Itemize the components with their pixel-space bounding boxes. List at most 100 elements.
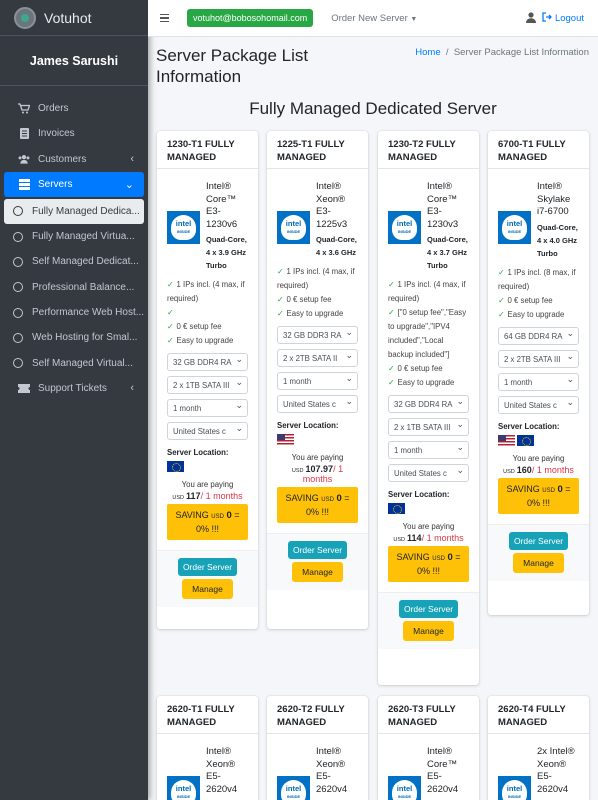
order-new-label: Order New Server — [331, 12, 408, 24]
manage-button[interactable]: Manage — [182, 579, 233, 599]
location-select[interactable]: United States c — [277, 395, 358, 413]
order-server-button[interactable]: Order Server — [287, 541, 348, 559]
sidebar-subitem-web-hosting-small[interactable]: Web Hosting for Smal... — [4, 325, 144, 350]
sidebar-subitem-self-managed-dedicated[interactable]: Self Managed Dedicat... — [4, 249, 144, 274]
sidebar-item-customers[interactable]: Customers ‹ — [4, 147, 144, 172]
brand[interactable]: Votuhot — [0, 0, 148, 36]
package-card: 6700-T1 FULLY MANAGED intel INSIDE Intel®… — [488, 131, 589, 615]
saving-box: SAVING USD 0 = 0% !!! — [388, 546, 469, 582]
sidebar-item-label: Self Managed Dedicat... — [32, 256, 139, 268]
circle-icon — [12, 256, 24, 268]
saving-box: SAVING USD 0 = 0% !!! — [167, 504, 248, 540]
package-card: 2620-T2 FULLY MANAGED intel INSIDE Intel®… — [267, 696, 368, 800]
sidebar-item-label: Web Hosting for Smal... — [32, 332, 138, 344]
paying-label: You are paying — [402, 522, 455, 531]
sidebar-item-label: Fully Managed Virtua... — [32, 231, 135, 243]
ram-select[interactable]: 32 GB DDR4 RA — [388, 395, 469, 413]
sidebar-item-label: Servers — [38, 178, 73, 190]
check-icon: ✓ — [167, 336, 174, 345]
manage-button[interactable]: Manage — [292, 562, 343, 582]
chevron-left-icon: ‹ — [130, 381, 134, 394]
intel-inside-logo: intel INSIDE — [277, 776, 310, 800]
server-location-label: Server Location: — [277, 421, 339, 430]
feature-list: ✓ 1 IPs incl. (4 max, if required) ✓ ["0 s… — [388, 278, 469, 390]
sidebar-item-support-tickets[interactable]: Support Tickets ‹ — [4, 376, 144, 401]
sidebar-subitem-fully-managed-dedicated[interactable]: Fully Managed Dedica... — [4, 198, 144, 224]
price: USD 160/ 1 months — [498, 465, 579, 475]
sidebar-item-servers[interactable]: Servers ⌄ — [4, 171, 144, 197]
storage-select[interactable]: 2 x 2TB SATA II — [277, 349, 358, 367]
cart-icon — [18, 103, 30, 115]
sidebar-subitem-fully-managed-virtual[interactable]: Fully Managed Virtua... — [4, 224, 144, 249]
package-title: 1230-T1 FULLY MANAGED — [157, 131, 258, 169]
feature-item: ✓ 1 IPs incl. (4 max, if required) — [277, 267, 355, 290]
feature-list: ✓ 1 IPs incl. (4 max, if required) ✓ 0 € s… — [277, 265, 358, 321]
ram-select[interactable]: 32 GB DDR3 RA — [277, 326, 358, 344]
saving-box: SAVING USD 0 = 0% !!! — [277, 487, 358, 523]
circle-icon — [12, 357, 24, 369]
period-select[interactable]: 1 month — [388, 441, 469, 459]
cpu-model: Intel® Xeon® E3-1225v3 — [316, 181, 348, 230]
sidebar-item-invoices[interactable]: Invoices — [4, 121, 144, 146]
location-select[interactable]: United States c — [388, 464, 469, 482]
sidebar-item-label: Invoices — [38, 128, 75, 140]
cpu-info: intel INSIDE Intel® Xeon® E3-1225v3 Quad-C… — [277, 181, 358, 259]
cpu-spec: Quad-Core, 4 x 3.6 GHz — [316, 235, 357, 257]
ram-select[interactable]: 32 GB DDR4 RA — [167, 353, 248, 371]
currency-label: USD — [393, 537, 406, 543]
manage-button[interactable]: Manage — [403, 621, 454, 641]
intel-inside-logo: intel INSIDE — [498, 211, 531, 244]
ticket-icon — [18, 382, 30, 394]
price-period: / 1 months — [531, 464, 574, 475]
period-select[interactable]: 1 month — [167, 399, 248, 417]
user-icon[interactable] — [526, 12, 536, 26]
location-select[interactable]: United States c — [167, 422, 248, 440]
sidebar-item-label: Customers — [38, 153, 87, 165]
email-badge[interactable]: votuhot@bobosohomail.com — [187, 9, 314, 27]
logout-label: Logout — [554, 13, 584, 24]
cpu-info: intel INSIDE Intel® Core™ E5-2620v4 — [388, 746, 469, 800]
check-icon: ✓ — [277, 267, 284, 276]
price-amount: 114 — [407, 533, 422, 543]
cpu-model: Intel® Xeon® E5-2620v4 — [316, 746, 348, 795]
order-server-button[interactable]: Order Server — [398, 600, 459, 618]
caret-down-icon: ▼ — [410, 15, 418, 23]
package-card: 2620-T4 FULLY MANAGED intel INSIDE 2x Int… — [488, 696, 589, 800]
ram-select[interactable]: 64 GB DDR4 RA — [498, 326, 579, 345]
menu-toggle-icon[interactable] — [160, 13, 169, 23]
feature-item: ✓ ["0 setup fee","Easy to upgrade","IPV4 … — [388, 308, 467, 359]
sidebar-item-orders[interactable]: Orders — [4, 96, 144, 121]
order-server-button[interactable]: Order Server — [508, 531, 569, 550]
price-period: / 1 months — [200, 491, 243, 501]
user-panel[interactable]: James Sarushi — [0, 36, 148, 86]
storage-select[interactable]: 2 x 2TB SATA III — [498, 349, 579, 368]
logout-link[interactable]: Logout — [542, 12, 584, 25]
order-server-button[interactable]: Order Server — [177, 558, 238, 576]
sidebar-subitem-professional-balanced[interactable]: Professional Balance... — [4, 275, 144, 300]
cpu-info: intel INSIDE Intel® Core™ E3-1230v6 Quad-C… — [167, 181, 248, 272]
feature-item: ✓ 0 € setup fee — [388, 364, 443, 373]
sidebar-subitem-self-managed-virtual[interactable]: Self Managed Virtual... — [4, 351, 144, 376]
user-name: James Sarushi — [29, 53, 119, 68]
storage-select[interactable]: 2 x 1TB SATA III — [167, 376, 248, 394]
feature-item: ✓ — [167, 306, 248, 320]
feature-item: ✓ 0 € setup fee — [498, 295, 553, 305]
order-new-server-dropdown[interactable]: Order New Server ▼ — [331, 13, 417, 24]
manage-button[interactable]: Manage — [513, 552, 564, 573]
check-icon: ✓ — [277, 309, 284, 318]
cpu-spec: Quad-Core, 4 x 3.7 GHz Turbo — [427, 235, 468, 270]
sidebar-item-label: Fully Managed Dedica... — [32, 205, 140, 217]
period-select[interactable]: 1 month — [498, 372, 579, 391]
location-select[interactable]: United States c — [498, 395, 579, 414]
paying-label: You are paying — [181, 480, 234, 489]
eu-flag-icon — [517, 434, 534, 446]
breadcrumb-home-link[interactable]: Home — [415, 47, 440, 58]
circle-icon — [12, 332, 24, 344]
package-card: 1230-T1 FULLY MANAGED intel INSIDE Intel®… — [157, 131, 258, 629]
storage-select[interactable]: 2 x 1TB SATA III — [388, 418, 469, 436]
circle-icon — [12, 205, 24, 217]
paying-label: You are paying — [512, 453, 565, 463]
feature-item: ✓ 1 IPs incl. (4 max, if required) — [167, 280, 245, 303]
sidebar-subitem-performance-web-hosting[interactable]: Performance Web Host... — [4, 300, 144, 325]
period-select[interactable]: 1 month — [277, 372, 358, 390]
